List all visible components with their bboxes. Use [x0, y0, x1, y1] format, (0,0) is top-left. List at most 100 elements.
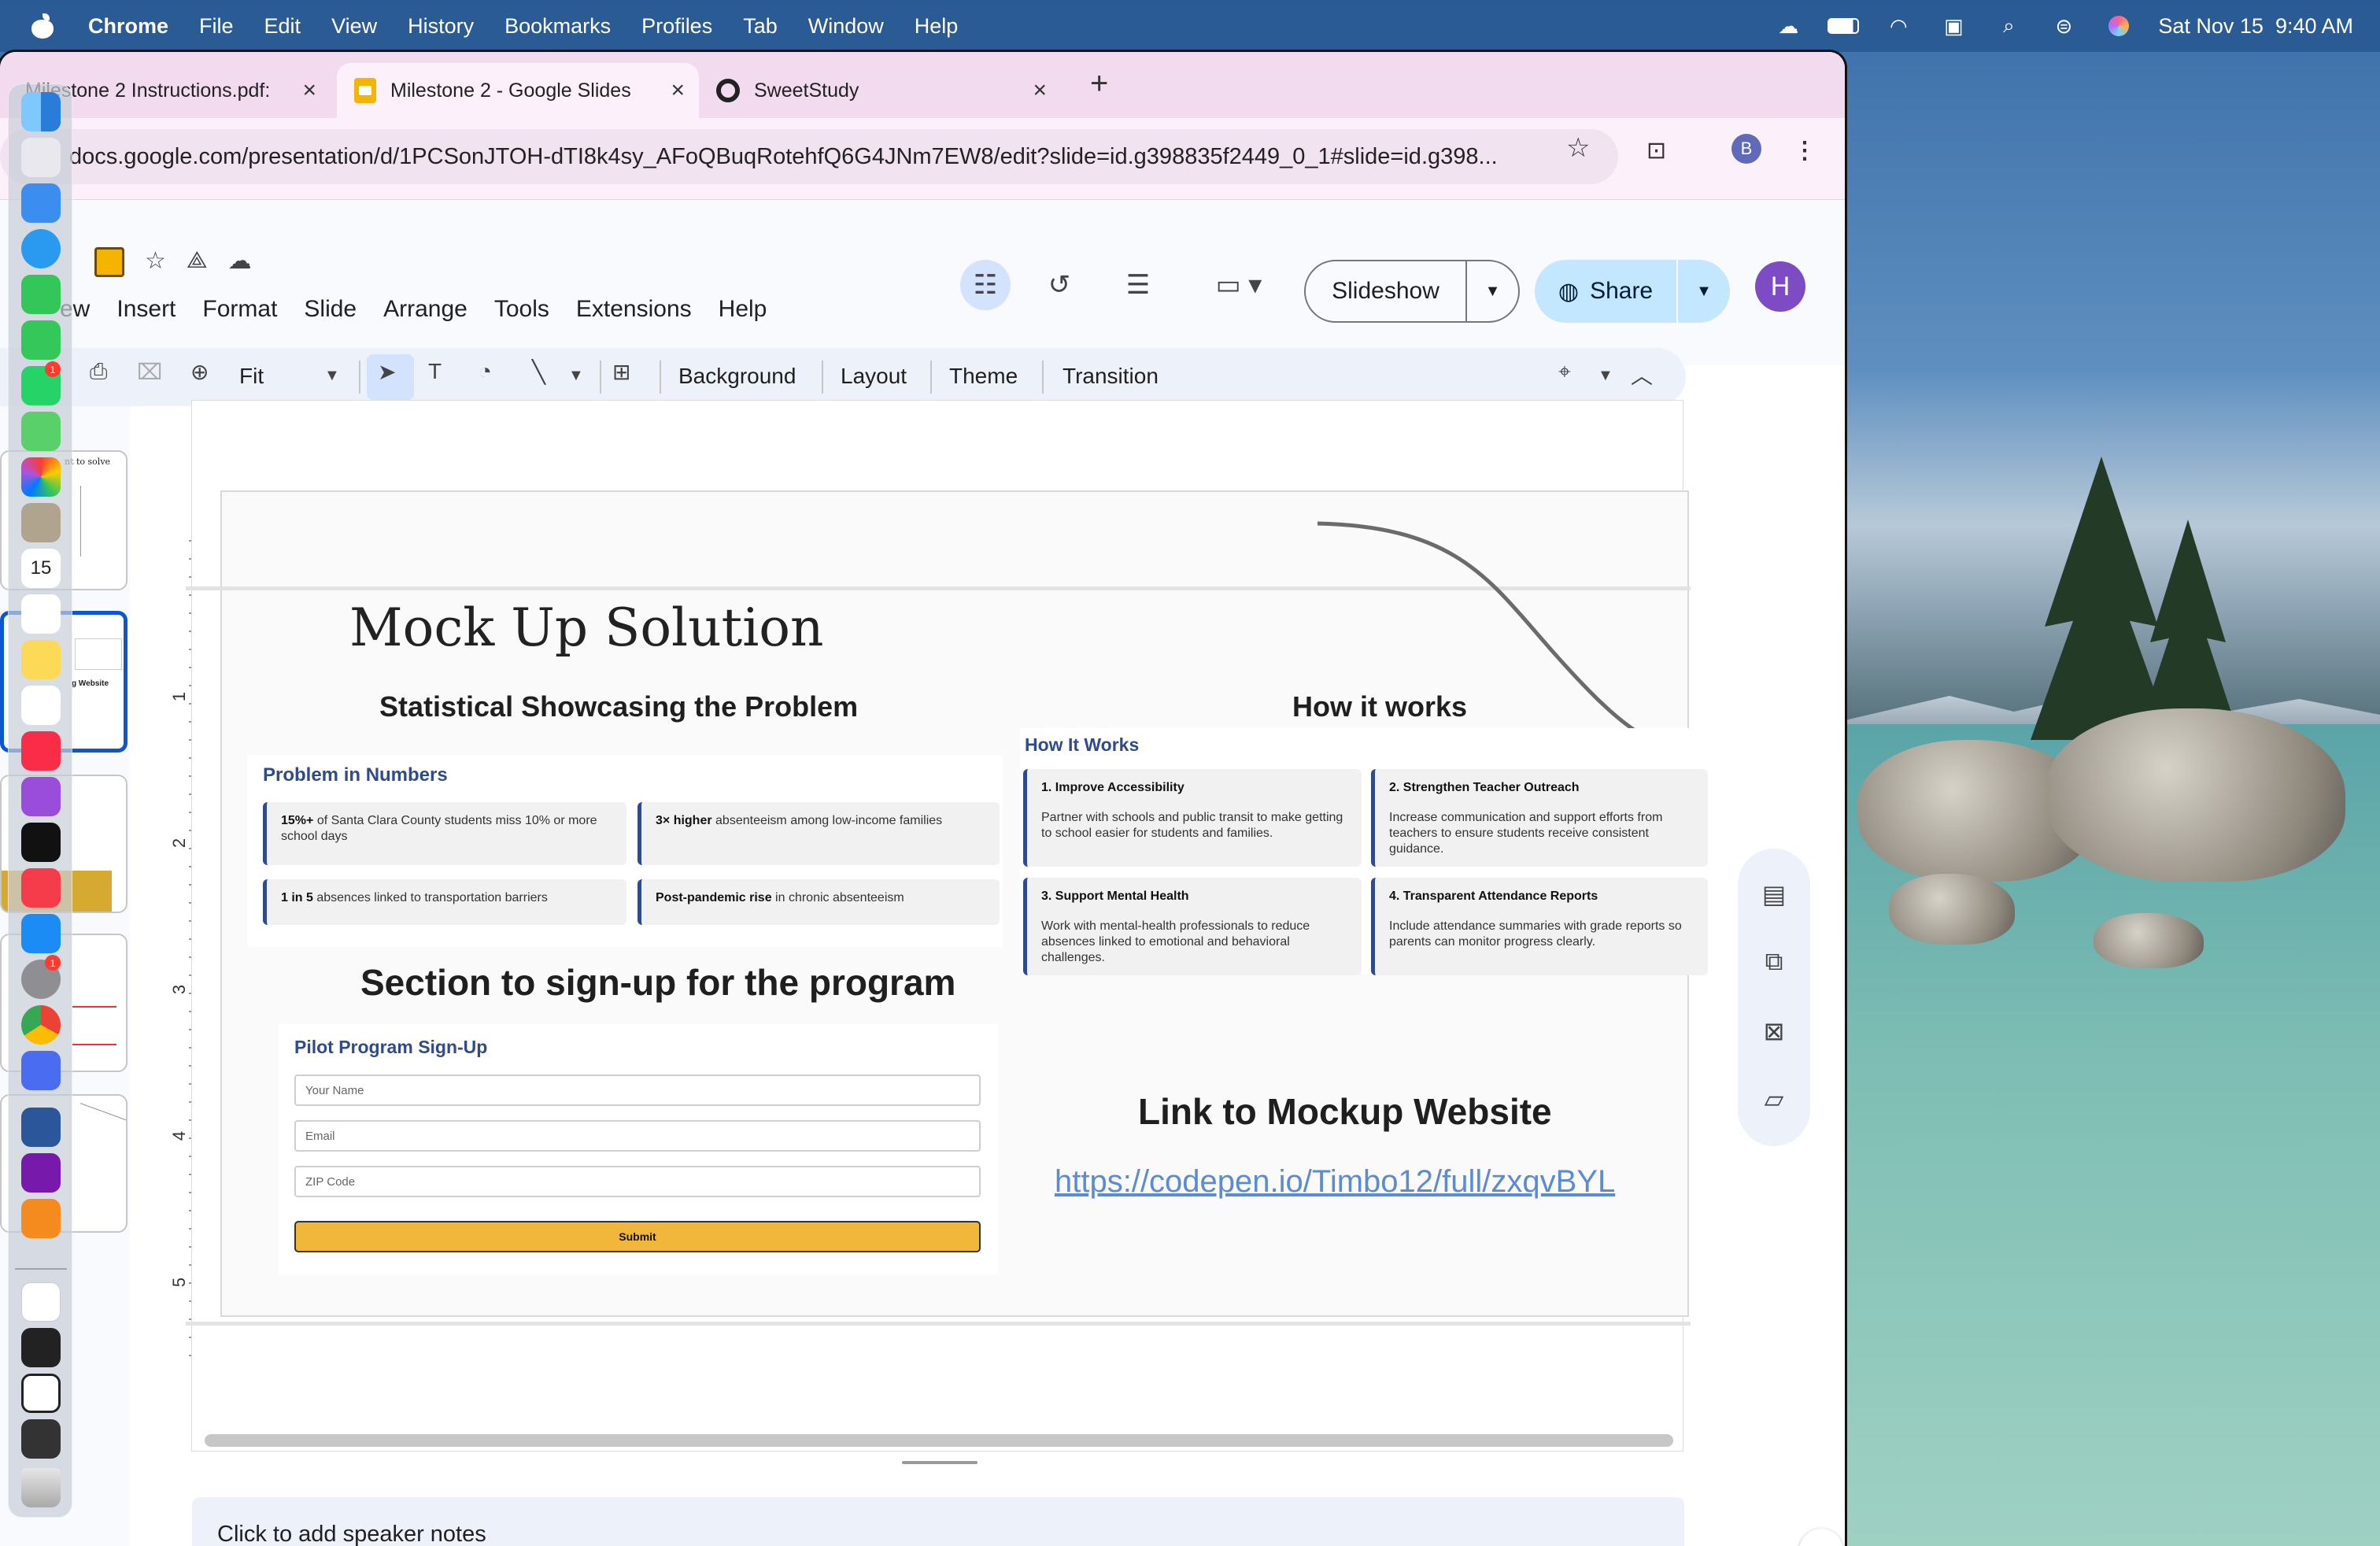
how-it-works-panel[interactable]: How It Works 1. Improve Accessibility Par…	[1020, 728, 1708, 975]
recent-window-icon[interactable]	[21, 1328, 61, 1367]
reminders-icon[interactable]	[21, 594, 61, 634]
display-icon[interactable]: ▣	[1938, 14, 1969, 38]
print-icon[interactable]: ⎙	[90, 359, 107, 385]
docs-menu-extensions[interactable]: Extensions	[576, 296, 692, 323]
collapse-toolbar-icon[interactable]: ︿	[1631, 359, 1653, 390]
photos-icon[interactable]	[21, 457, 61, 497]
signup-heading[interactable]: Section to sign-up for the program	[360, 961, 955, 1004]
mockup-website-link[interactable]: https://codepen.io/Timbo12/full/zxqvBYL	[1055, 1164, 1615, 1200]
tab-sweetstudy[interactable]: SweetStudy ×	[699, 63, 1061, 118]
slide-title[interactable]: Mock Up Solution	[349, 597, 824, 658]
battery-icon[interactable]	[1828, 15, 1860, 37]
more-menu-icon[interactable]: ⋮	[1793, 137, 1816, 165]
new-tab-icon[interactable]: +	[1090, 66, 1108, 102]
messages-icon[interactable]	[21, 320, 61, 360]
app-store-icon[interactable]	[21, 914, 61, 953]
slides-doc-icon[interactable]	[94, 247, 124, 277]
podcasts-icon[interactable]	[21, 777, 61, 816]
folder-icon[interactable]: ▱	[1757, 1083, 1791, 1115]
theme-button[interactable]: Theme	[949, 364, 1018, 389]
apple-logo-icon[interactable]	[31, 13, 54, 39]
slide-canvas[interactable]: Mock Up Solution Statistical Showcasing …	[186, 400, 1708, 1452]
safari-icon[interactable]	[21, 229, 61, 268]
background-button[interactable]: Background	[678, 364, 796, 389]
maps-icon[interactable]	[21, 412, 61, 451]
close-tab-icon[interactable]: ×	[1033, 77, 1047, 104]
word-icon[interactable]	[21, 1108, 61, 1147]
menu-file[interactable]: File	[199, 14, 234, 39]
menu-profiles[interactable]: Profiles	[641, 14, 712, 39]
contacts-icon[interactable]	[21, 503, 61, 542]
cast-icon[interactable]: ⊡	[1646, 137, 1666, 165]
recent-window-icon[interactable]	[21, 1419, 61, 1459]
menubar-clock[interactable]: Sat Nov 15 9:40 AM	[2158, 14, 2353, 39]
menu-tab[interactable]: Tab	[743, 14, 778, 39]
chrome-icon[interactable]	[21, 1005, 61, 1045]
pen-pointer-icon[interactable]: ⌖	[1558, 359, 1571, 385]
music-icon[interactable]	[21, 731, 61, 771]
facetime-icon[interactable]	[21, 275, 61, 314]
horizontal-scrollbar[interactable]	[205, 1434, 1673, 1447]
pointer-dropdown-icon[interactable]: ▼	[1598, 367, 1613, 385]
paint-format-icon[interactable]: ⌧	[137, 359, 162, 385]
present-to-meeting-icon[interactable]: ☷	[960, 260, 1011, 310]
image-search-icon[interactable]: ⊠	[1757, 1015, 1791, 1047]
line-dropdown-icon[interactable]: ▼	[568, 367, 584, 385]
docs-menu-format[interactable]: Format	[202, 296, 277, 323]
chrome-profile-avatar[interactable]: B	[1731, 134, 1761, 164]
close-tab-icon[interactable]: ×	[302, 77, 316, 104]
preview-icon[interactable]	[21, 1051, 61, 1090]
notes-app-icon[interactable]	[21, 640, 61, 679]
meet-camera-icon[interactable]: ▭ ▾	[1199, 260, 1278, 310]
zoom-select[interactable]: Fit	[239, 364, 264, 389]
news-icon[interactable]	[21, 868, 61, 908]
recent-window-icon[interactable]	[21, 1374, 61, 1413]
spotlight-search-icon[interactable]: ⌕	[1993, 13, 2024, 37]
menu-app-name[interactable]: Chrome	[88, 14, 168, 39]
account-avatar[interactable]: H	[1755, 261, 1805, 312]
zoom-icon[interactable]: ⊕	[190, 359, 209, 385]
freeform-icon[interactable]	[21, 686, 61, 725]
bookmark-star-icon[interactable]: ☆	[1566, 132, 1590, 164]
version-history-icon[interactable]: ↺	[1034, 260, 1085, 310]
cloud-sync-icon[interactable]: ☁	[1772, 14, 1804, 38]
calendar-icon[interactable]: 15	[21, 549, 61, 588]
menu-edit[interactable]: Edit	[264, 14, 301, 39]
menu-view[interactable]: View	[331, 14, 377, 39]
how-heading[interactable]: How it works	[1292, 690, 1467, 723]
line-icon[interactable]: ╲	[532, 359, 545, 385]
onenote-icon[interactable]	[21, 1153, 61, 1193]
close-tab-icon[interactable]: ×	[671, 77, 685, 104]
transition-button[interactable]: Transition	[1062, 364, 1159, 389]
pages-icon[interactable]	[21, 1199, 61, 1238]
menu-window[interactable]: Window	[808, 14, 884, 39]
text-box-icon[interactable]: T	[428, 359, 442, 384]
mail-icon[interactable]	[21, 183, 61, 223]
control-center-icon[interactable]: ⊜	[2048, 14, 2079, 38]
zip-code-field[interactable]: ZIP Code	[294, 1166, 981, 1197]
apple-tv-icon[interactable]	[21, 823, 61, 862]
select-cursor-icon[interactable]: ➤	[378, 359, 396, 385]
cloud-saved-icon[interactable]: ☁	[228, 247, 252, 277]
star-doc-icon[interactable]: ☆	[145, 247, 166, 277]
docs-menu-tools[interactable]: Tools	[494, 296, 549, 323]
menu-history[interactable]: History	[408, 14, 474, 39]
docs-menu-arrange[interactable]: Arrange	[383, 296, 468, 323]
docs-menu-insert[interactable]: Insert	[116, 296, 176, 323]
tab-google-slides[interactable]: Milestone 2 - Google Slides ×	[337, 63, 699, 118]
speaker-notes[interactable]: Click to add speaker notes	[192, 1497, 1684, 1546]
name-field[interactable]: Your Name	[294, 1074, 981, 1106]
docs-menu-slide[interactable]: Slide	[304, 296, 357, 323]
zoom-dropdown-icon[interactable]: ▼	[324, 367, 340, 385]
notes-resize-handle[interactable]	[902, 1461, 978, 1464]
menu-bookmarks[interactable]: Bookmarks	[504, 14, 611, 39]
signup-panel[interactable]: Pilot Program Sign-Up Your Name Email ZI…	[279, 1024, 998, 1274]
submit-button[interactable]: Submit	[294, 1221, 981, 1252]
insert-comment-icon[interactable]: ⊞	[612, 359, 630, 385]
finder-icon[interactable]	[21, 92, 61, 131]
recent-document-icon[interactable]	[21, 1282, 61, 1322]
trash-icon[interactable]	[21, 1468, 61, 1507]
slideshow-button[interactable]: Slideshow ▼	[1304, 260, 1520, 323]
stats-heading[interactable]: Statistical Showcasing the Problem	[379, 690, 858, 723]
link-heading[interactable]: Link to Mockup Website	[1138, 1090, 1552, 1133]
